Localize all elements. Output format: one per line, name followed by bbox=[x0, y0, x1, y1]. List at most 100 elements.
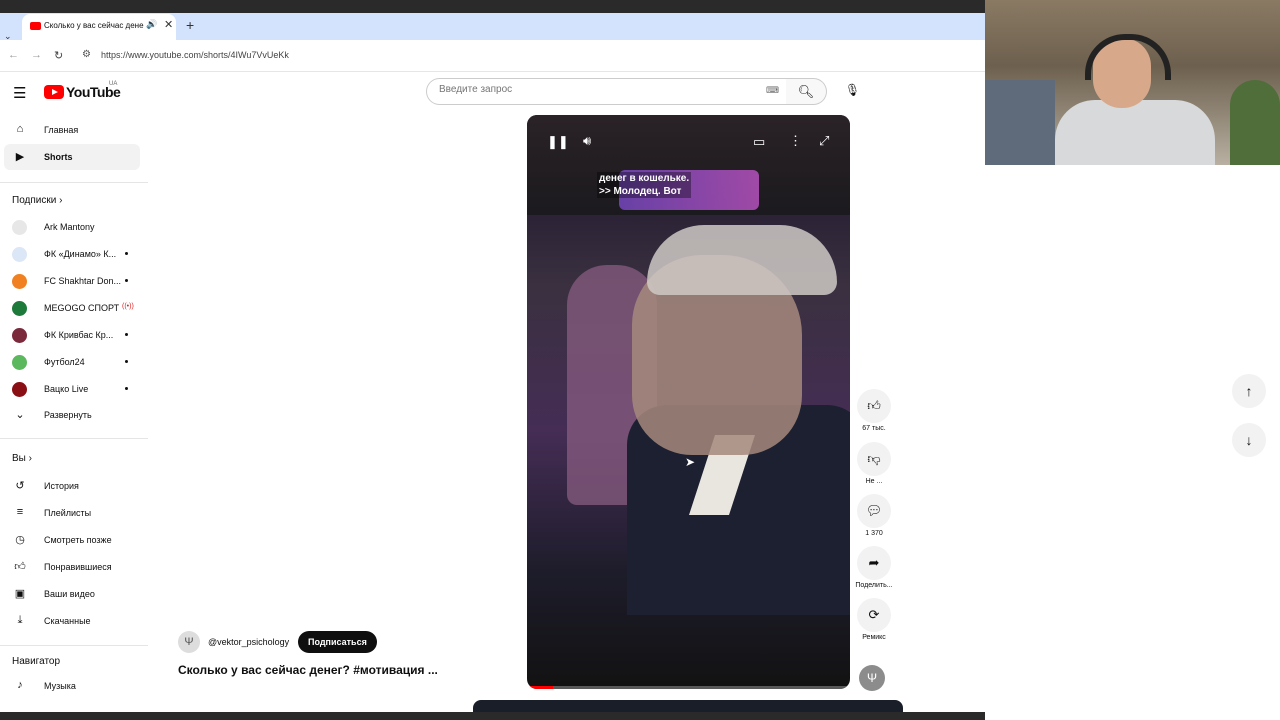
sidebar-item-label: ФК «Динамо» К... bbox=[44, 249, 117, 259]
channel-avatar[interactable]: Ψ bbox=[859, 665, 885, 691]
search-icon: 🔍︎ bbox=[797, 84, 815, 99]
dislike-action[interactable]: 👎︎ Не ... bbox=[855, 442, 893, 485]
thumbs-down-icon[interactable]: 👎︎ bbox=[857, 442, 891, 476]
reload-icon[interactable]: ↻ bbox=[54, 49, 63, 62]
sidebar-item-subscription[interactable]: Футбол24 bbox=[0, 349, 140, 375]
volume-icon[interactable]: 🔊︎ bbox=[583, 133, 591, 149]
sidebar-item-label: Shorts bbox=[44, 152, 73, 162]
sidebar-item-history[interactable]: ↺ История bbox=[0, 473, 140, 499]
sidebar-item-label: FC Shakhtar Don... bbox=[44, 276, 122, 286]
captions-icon[interactable]: ▭ bbox=[753, 134, 765, 150]
sidebar-item-label: Скачанные bbox=[44, 616, 91, 626]
browser-tab[interactable]: Сколько у вас сейчас денег? #мотивация 🔊… bbox=[22, 14, 176, 40]
chevron-down-icon: ⌄ bbox=[15, 409, 25, 421]
caption-line: денег в кошельке. bbox=[599, 173, 690, 184]
sidebar-item-playlists[interactable]: ≡ Плейлисты bbox=[0, 500, 140, 526]
sidebar-item-subscription[interactable]: Вацко Live bbox=[0, 376, 140, 402]
avatar bbox=[12, 355, 27, 370]
sidebar-item-subscription[interactable]: FC Shakhtar Don... bbox=[0, 268, 140, 294]
you-heading[interactable]: Вы › bbox=[12, 453, 32, 464]
next-short-button[interactable]: ↓ bbox=[1232, 423, 1266, 457]
downloads-icon: ⤓ bbox=[17, 614, 23, 626]
sidebar-item-label: Смотреть позже bbox=[44, 535, 112, 545]
short-title[interactable]: Сколько у вас сейчас денег? #мотивация .… bbox=[178, 663, 438, 677]
keyboard-icon[interactable]: ⌨ bbox=[766, 85, 779, 96]
share-action[interactable]: ➦ Поделить... bbox=[855, 546, 893, 589]
sidebar-item-your-videos[interactable]: ▣ Ваши видео bbox=[0, 581, 140, 607]
sidebar-divider bbox=[0, 182, 148, 183]
history-icon: ↺ bbox=[15, 480, 25, 492]
sidebar-item-home[interactable]: ⌂ Главная bbox=[0, 117, 140, 143]
sidebar-item-shorts[interactable]: ▶ Shorts bbox=[4, 144, 140, 170]
avatar bbox=[12, 301, 27, 316]
sidebar-item-label: Понравившиеся bbox=[44, 562, 112, 572]
comment-icon[interactable]: 💬︎ bbox=[857, 494, 891, 528]
sidebar-item-label: Ark Mantony bbox=[44, 222, 95, 232]
sidebar-item-liked[interactable]: 👍︎ Понравившиеся bbox=[0, 554, 140, 580]
search-button[interactable]: 🔍︎ bbox=[786, 78, 827, 105]
arrow-up-icon: ↑ bbox=[1245, 383, 1253, 399]
short-video-player[interactable]: денег в кошельке. >> Молодец. Вот ❚❚ 🔊︎ … bbox=[527, 115, 850, 689]
previous-short-button[interactable]: ↑ bbox=[1232, 374, 1266, 408]
avatar bbox=[12, 220, 27, 235]
share-icon[interactable]: ➦ bbox=[857, 546, 891, 580]
youtube-logo[interactable]: YouTube UA bbox=[44, 81, 121, 101]
fullscreen-icon[interactable]: ⤢ bbox=[819, 133, 829, 149]
mouse-cursor-icon: ➤ bbox=[685, 455, 696, 469]
new-content-dot bbox=[125, 279, 128, 282]
address-bar: ← → ↻ ⚙ https://www.youtube.com/shorts/4… bbox=[0, 40, 985, 72]
new-tab-button[interactable]: + bbox=[186, 17, 194, 33]
tab-close-icon[interactable]: ✕ bbox=[164, 18, 173, 31]
chevron-right-icon: › bbox=[28, 453, 32, 464]
channel-avatar[interactable]: Ψ bbox=[178, 631, 200, 653]
tab-title: Сколько у вас сейчас денег? #мотивация bbox=[44, 21, 144, 30]
webcam-headphones bbox=[1085, 34, 1171, 80]
site-settings-icon[interactable]: ⚙ bbox=[82, 49, 91, 60]
avatar bbox=[12, 247, 27, 262]
webcam-overlay bbox=[985, 0, 1280, 165]
remix-icon[interactable]: ⟳ bbox=[857, 598, 891, 632]
region-code: UA bbox=[109, 81, 118, 87]
music-icon: ♪ bbox=[17, 679, 23, 691]
sidebar-item-label: Футбол24 bbox=[44, 357, 85, 367]
sidebar-item-music[interactable]: ♪ Музыка bbox=[0, 673, 140, 699]
subscriptions-heading[interactable]: Подписки › bbox=[12, 195, 62, 206]
shorts-icon: ▶ bbox=[15, 151, 25, 163]
sidebar-item-downloads[interactable]: ⤓ Скачанные bbox=[0, 608, 140, 634]
navigator-heading: Навигатор bbox=[12, 656, 61, 667]
chevron-right-icon: › bbox=[59, 195, 63, 206]
url-text[interactable]: https://www.youtube.com/shorts/4IWu7VvUe… bbox=[101, 50, 289, 60]
video-progress-bar[interactable] bbox=[527, 686, 850, 689]
sidebar-item-label: Музыка bbox=[44, 681, 76, 691]
menu-icon[interactable]: ☰ bbox=[13, 84, 26, 102]
sidebar-item-watch-later[interactable]: ◷ Смотреть позже bbox=[0, 527, 140, 553]
webcam-background-plant bbox=[1230, 80, 1280, 165]
new-content-dot bbox=[125, 360, 128, 363]
microphone-icon: 🎙︎ bbox=[844, 83, 861, 97]
subscribe-button[interactable]: Подписаться bbox=[298, 631, 377, 653]
channel-handle[interactable]: @vektor_psichology bbox=[208, 637, 289, 647]
search-input[interactable] bbox=[437, 83, 741, 96]
sidebar-divider bbox=[0, 438, 148, 439]
webcam-person-body bbox=[1055, 100, 1215, 165]
sidebar-item-label: Главная bbox=[44, 125, 79, 135]
sidebar-item-subscription[interactable]: Ark Mantony bbox=[0, 214, 140, 240]
back-arrow-icon[interactable]: ← bbox=[8, 49, 19, 61]
thumbs-up-icon[interactable]: 👍︎ bbox=[857, 389, 891, 423]
sidebar-item-subscription[interactable]: ФК Кривбас Кр... bbox=[0, 322, 140, 348]
voice-search-button[interactable]: 🎙︎ bbox=[840, 78, 865, 103]
sidebar-item-label: Вацко Live bbox=[44, 384, 89, 394]
like-action[interactable]: 👍︎ 67 тыс. bbox=[855, 389, 893, 432]
sidebar-item-label: История bbox=[44, 481, 79, 491]
sidebar-item-subscription[interactable]: MEGOGO СПОРТ ((•)) bbox=[0, 295, 140, 321]
avatar bbox=[12, 328, 27, 343]
sidebar-item-expand[interactable]: ⌄ Развернуть bbox=[0, 402, 140, 428]
comments-action[interactable]: 💬︎ 1 370 bbox=[855, 494, 893, 537]
new-content-dot bbox=[125, 252, 128, 255]
sidebar-item-subscription[interactable]: ФК «Динамо» К... bbox=[0, 241, 140, 267]
pause-icon[interactable]: ❚❚ bbox=[547, 134, 569, 150]
forward-arrow-icon[interactable]: → bbox=[31, 49, 42, 61]
speaker-icon[interactable]: 🔊 bbox=[146, 19, 157, 30]
more-vert-icon[interactable]: ⋮ bbox=[789, 133, 802, 149]
remix-action[interactable]: ⟳ Ремикс bbox=[855, 598, 893, 641]
